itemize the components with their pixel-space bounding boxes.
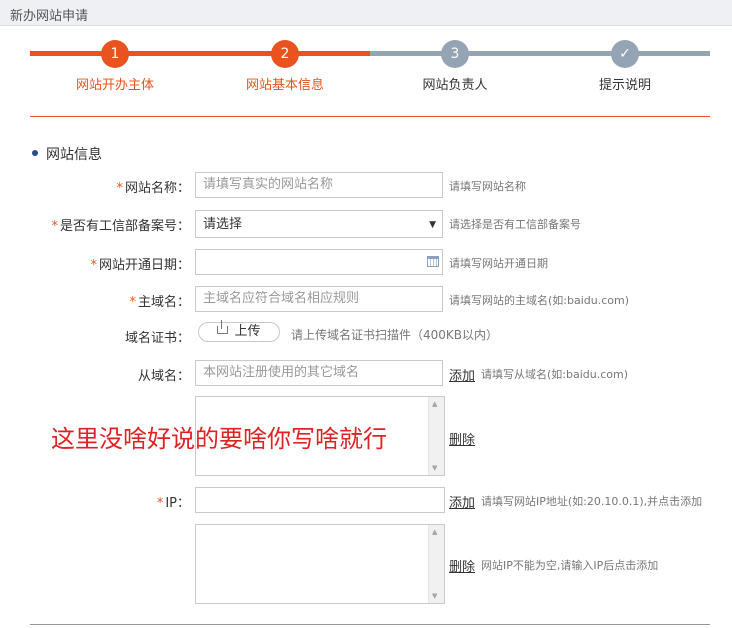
sub-domain-delete-link[interactable]: 删除 xyxy=(449,429,475,448)
sub-domain-hint: 请填写从域名(如:baidu.com) xyxy=(481,368,629,381)
bottom-divider xyxy=(30,624,710,625)
cert-label: 域名证书： xyxy=(124,331,190,346)
main-domain-placeholder: 主域名应符合域名相应规则 xyxy=(203,291,360,306)
step-1-circle: 1 xyxy=(101,40,129,68)
ip-label: * IP： xyxy=(157,492,190,511)
main-domain-label: * 主域名： xyxy=(129,291,190,310)
required-star: * xyxy=(51,219,58,234)
upload-icon xyxy=(217,320,229,334)
open-date-input[interactable] xyxy=(195,249,443,275)
calendar-icon[interactable] xyxy=(427,256,439,267)
step-3-circle: 3 xyxy=(441,40,469,68)
scroll-down-icon[interactable]: ▼ xyxy=(432,592,437,600)
ip-delete-link[interactable]: 删除 xyxy=(449,556,475,575)
required-star: * xyxy=(116,181,123,196)
scroll-up-icon[interactable]: ▲ xyxy=(432,528,437,536)
required-star: * xyxy=(156,496,164,511)
main-domain-input[interactable]: 主域名应符合域名相应规则 xyxy=(195,286,443,312)
stepper-track-completed xyxy=(30,51,370,56)
icp-record-value: 请选择 xyxy=(203,217,243,232)
icp-record-hint: 请选择是否有工信部备案号 xyxy=(449,218,581,231)
scroll-down-icon[interactable]: ▼ xyxy=(432,464,437,472)
step-2-circle: 2 xyxy=(271,40,299,68)
ip-input[interactable] xyxy=(195,487,445,513)
sub-domain-input[interactable]: 本网站注册使用的其它域名 xyxy=(195,360,443,386)
open-date-label: * 网站开通日期： xyxy=(90,254,190,273)
required-star: * xyxy=(129,295,136,310)
step-1-label: 网站开办主体 xyxy=(75,78,154,93)
ip-add-link[interactable]: 添加 xyxy=(449,492,475,511)
step-2-label: 网站基本信息 xyxy=(245,78,324,93)
section-title: 网站信息 xyxy=(32,144,102,164)
page-title: 新办网站申请 xyxy=(10,9,89,24)
bullet-icon xyxy=(32,150,38,156)
step-4-label: 提示说明 xyxy=(598,78,651,93)
open-date-hint: 请填写网站开通日期 xyxy=(449,257,548,270)
site-name-placeholder: 请填写真实的网站名称 xyxy=(203,177,334,192)
icp-record-label: * 是否有工信部备案号： xyxy=(51,215,190,234)
scrollbar[interactable]: ▲ ▼ xyxy=(428,525,444,603)
upload-button-label: 上传 xyxy=(234,324,261,339)
scroll-up-icon[interactable]: ▲ xyxy=(432,400,437,408)
step-3-label: 网站负责人 xyxy=(422,78,488,93)
open-date-label-text: 网站开通日期： xyxy=(98,258,190,273)
ip-hint: 请填写网站IP地址(如:20.10.0.1),并点击添加 xyxy=(481,495,703,508)
ip-list-textarea[interactable]: ▲ ▼ xyxy=(195,524,445,604)
section-title-text: 网站信息 xyxy=(46,147,102,163)
main-domain-label-text: 主域名： xyxy=(137,295,190,310)
ip-delete-hint: 网站IP不能为空,请输入IP后点击添加 xyxy=(481,559,659,572)
site-name-input[interactable]: 请填写真实的网站名称 xyxy=(195,172,443,198)
site-name-label: * 网站名称： xyxy=(116,177,190,196)
scrollbar[interactable]: ▲ ▼ xyxy=(428,397,444,475)
page-header: 新办网站申请 xyxy=(0,0,732,26)
step-4-check-icon: ✓ xyxy=(611,40,639,68)
sub-domain-placeholder: 本网站注册使用的其它域名 xyxy=(203,365,360,380)
icp-record-select[interactable]: 请选择 ▼ xyxy=(195,210,443,238)
cert-hint: 请上传域名证书扫描件（400KB以内） xyxy=(291,328,499,342)
upload-button[interactable]: 上传 xyxy=(198,320,280,342)
dropdown-caret-icon: ▼ xyxy=(429,220,436,230)
sub-domain-add-link[interactable]: 添加 xyxy=(449,365,475,384)
stepper-track-pending xyxy=(370,51,710,56)
main-domain-hint: 请填写网站的主域名(如:baidu.com) xyxy=(449,294,630,307)
site-name-label-text: 网站名称： xyxy=(124,181,190,196)
stepper-divider xyxy=(30,116,710,117)
ip-label-text: IP： xyxy=(165,496,190,511)
icp-record-label-text: 是否有工信部备案号： xyxy=(59,219,190,234)
required-star: * xyxy=(90,258,97,273)
annotation-overlay-text: 这里没啥好说的要啥你写啥就行 xyxy=(51,425,387,453)
site-name-hint: 请填写网站名称 xyxy=(449,180,526,193)
sub-domain-label: 从域名： xyxy=(137,369,190,384)
